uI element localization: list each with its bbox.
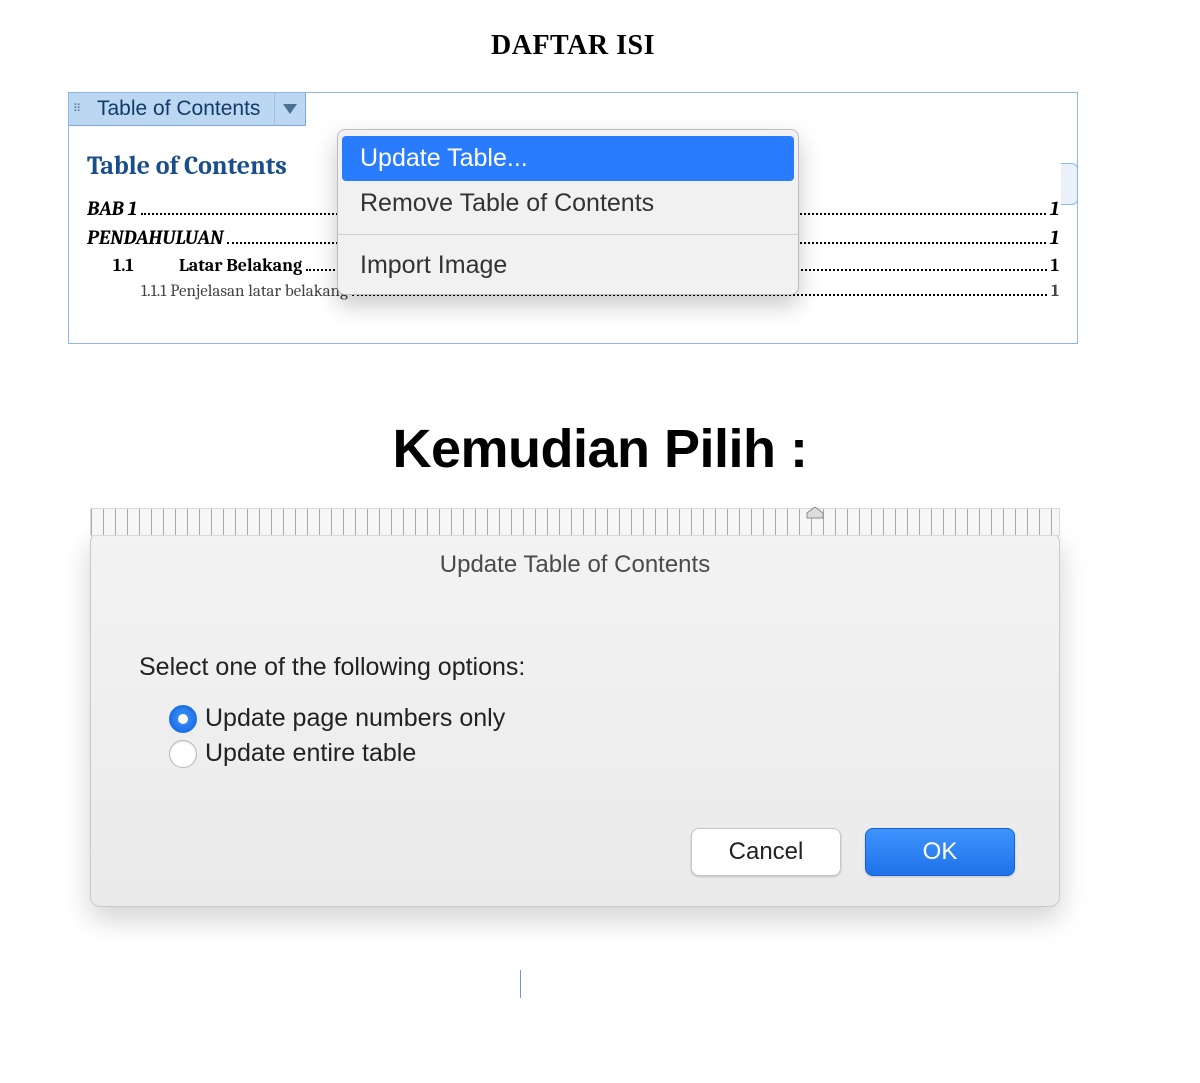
toc-entry-page: 1 <box>1051 282 1059 301</box>
toc-entry-page: 1 <box>1051 255 1059 276</box>
radio-label: Update page numbers only <box>205 704 505 733</box>
menu-separator <box>338 234 798 235</box>
ruler-indent-marker-icon[interactable] <box>805 507 825 519</box>
radio-option-entire-table[interactable]: Update entire table <box>169 739 1011 768</box>
toc-entry-label: BAB 1 <box>87 197 137 220</box>
menu-item-remove-toc[interactable]: Remove Table of Contents <box>338 181 798 226</box>
toc-entry-page: 1 <box>1050 226 1059 249</box>
ok-button[interactable]: OK <box>865 828 1015 876</box>
toc-entry-number: 1.1 <box>113 255 179 276</box>
document-heading: DAFTAR ISI <box>68 30 1078 62</box>
toc-tab-label: Table of Contents <box>87 92 274 126</box>
toc-entry-page: 1 <box>1050 197 1059 220</box>
radio-option-page-numbers[interactable]: Update page numbers only <box>169 704 1011 733</box>
toc-tab-grip-icon[interactable]: ⠿ <box>68 92 87 126</box>
radio-icon[interactable] <box>169 740 197 768</box>
field-resize-handle[interactable] <box>1061 163 1078 205</box>
radio-icon[interactable] <box>169 705 197 733</box>
dialog-title: Update Table of Contents <box>91 533 1059 595</box>
dialog-prompt: Select one of the following options: <box>139 653 1011 682</box>
toc-entry-label: PENDAHULUAN <box>87 226 223 249</box>
toc-context-menu: Update Table... Remove Table of Contents… <box>337 129 799 295</box>
toc-field[interactable]: ⠿ Table of Contents Table of Contents BA… <box>68 92 1078 344</box>
document-ruler[interactable] <box>90 508 1060 536</box>
chevron-down-icon <box>283 104 297 114</box>
menu-item-import-image[interactable]: Import Image <box>338 243 798 288</box>
toc-entry-number: 1.1.1 <box>141 282 166 301</box>
instruction-caption: Kemudian Pilih : <box>0 418 1200 480</box>
page-margin-guide <box>520 970 521 998</box>
toc-entry-label: Penjelasan latar belakang <box>170 282 348 301</box>
cancel-button[interactable]: Cancel <box>691 828 841 876</box>
toc-tab-dropdown-button[interactable] <box>274 92 306 126</box>
dialog-section: Update Table of Contents Select one of t… <box>90 508 1060 907</box>
menu-item-update-table[interactable]: Update Table... <box>342 136 794 181</box>
toc-section: DAFTAR ISI ⠿ Table of Contents Table of … <box>68 30 1078 344</box>
update-toc-dialog: Update Table of Contents Select one of t… <box>90 532 1060 907</box>
toc-entry-label: Latar Belakang <box>179 255 302 276</box>
radio-label: Update entire table <box>205 739 416 768</box>
toc-field-tab[interactable]: ⠿ Table of Contents <box>68 92 306 126</box>
